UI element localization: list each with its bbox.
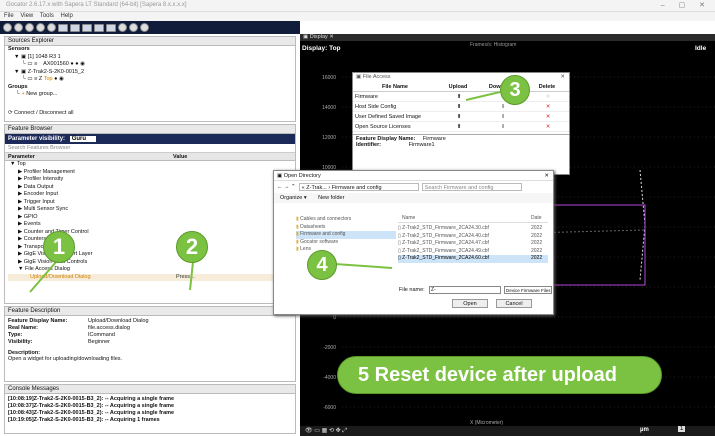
arrow-2 [189,261,194,291]
callout-3: 3 [500,75,530,105]
arrow-3 [465,91,501,101]
callout-1: 1 [43,231,75,263]
arrow-1 [29,261,57,293]
callout-5-reset: 5 Reset device after upload [337,356,662,394]
arrow-4 [334,263,393,269]
callout-4: 4 [307,250,337,280]
callout-2: 2 [176,231,208,263]
